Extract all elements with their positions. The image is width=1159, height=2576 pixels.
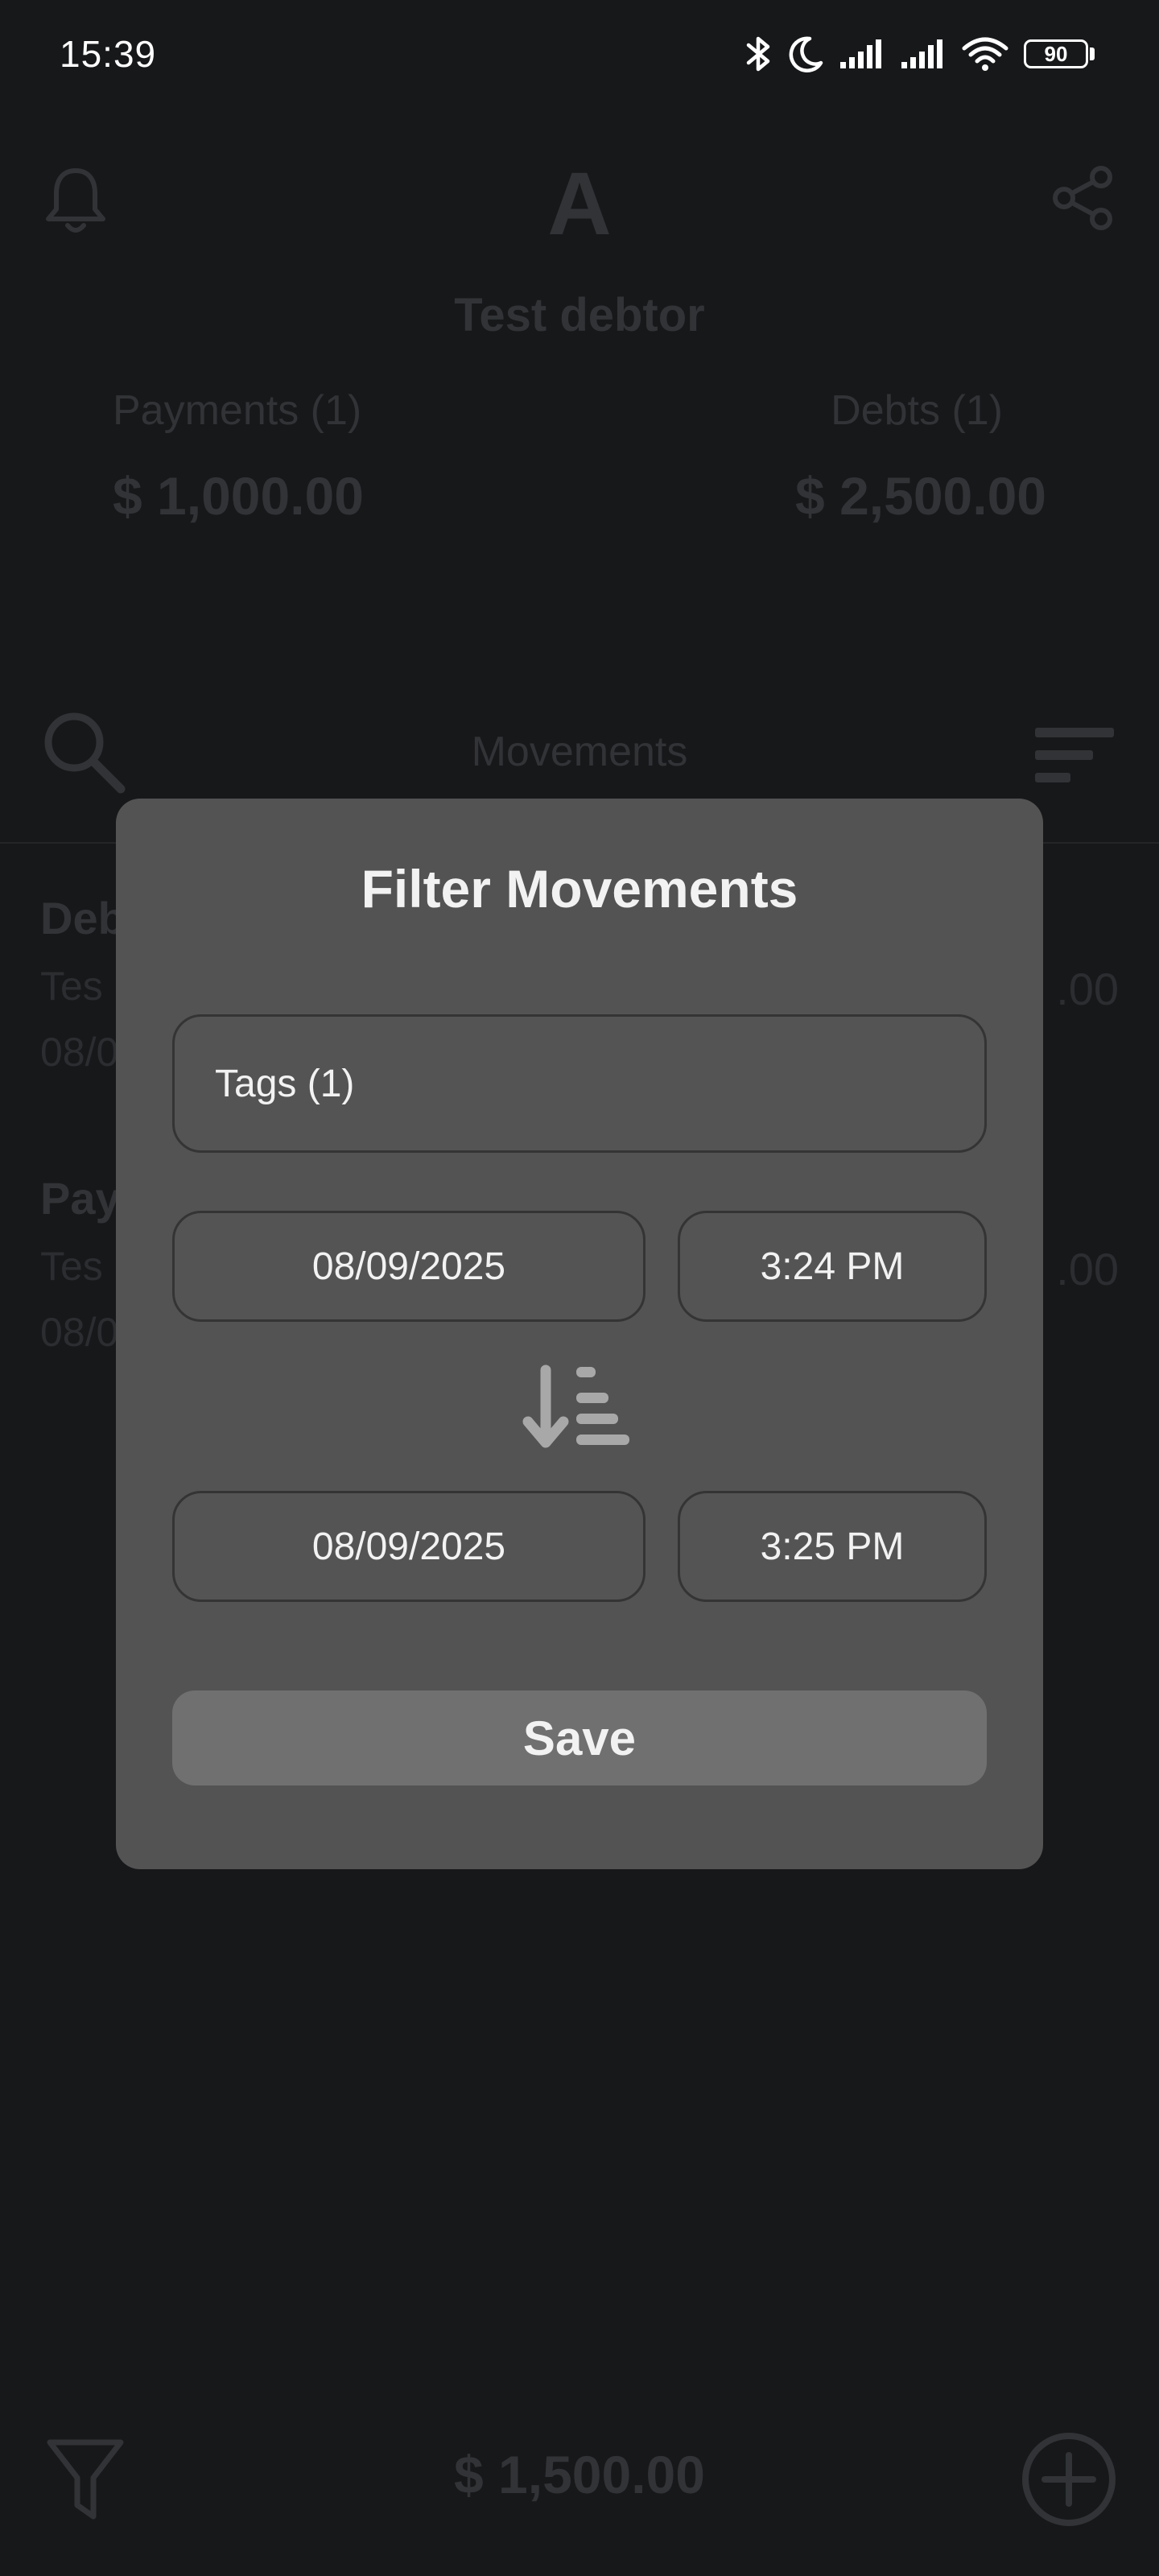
movements-title: Movements xyxy=(471,729,688,775)
status-time: 15:39 xyxy=(60,33,157,75)
debts-label: Debts (1) xyxy=(831,387,1003,434)
movement-title: Deb xyxy=(40,893,126,943)
sort-icon[interactable] xyxy=(1030,724,1119,789)
status-bar: 15:39 90 xyxy=(0,0,1159,113)
sort-descending-icon[interactable] xyxy=(522,1362,634,1454)
battery-icon: 90 xyxy=(1024,38,1095,70)
moon-icon xyxy=(789,36,823,72)
debtor-name: Test debtor xyxy=(454,289,705,341)
avatar: A xyxy=(547,155,612,254)
wifi-icon xyxy=(962,37,1008,71)
to-time-field[interactable]: 3:25 PM xyxy=(678,1491,987,1602)
movement-amount: .00 xyxy=(1056,1244,1119,1294)
from-time-field[interactable]: 3:24 PM xyxy=(678,1211,987,1322)
payments-label: Payments (1) xyxy=(113,387,362,434)
battery-level: 90 xyxy=(1044,41,1068,66)
tags-field[interactable]: Tags (1) xyxy=(172,1014,987,1153)
balance-value: $ 1,500.00 xyxy=(454,2445,705,2504)
bluetooth-icon xyxy=(746,36,770,72)
movement-title: Pay xyxy=(40,1173,121,1224)
from-date-field[interactable]: 08/09/2025 xyxy=(172,1211,645,1322)
movement-description: Tes xyxy=(40,1244,103,1289)
add-icon[interactable] xyxy=(1021,2431,1117,2528)
to-date-field[interactable]: 08/09/2025 xyxy=(172,1491,645,1602)
signal-icon xyxy=(840,39,881,68)
share-icon[interactable] xyxy=(1051,166,1116,230)
signal-icon xyxy=(901,39,942,68)
movement-description: Tes xyxy=(40,964,103,1009)
save-button[interactable]: Save xyxy=(172,1690,987,1785)
debts-value: $ 2,500.00 xyxy=(795,466,1046,526)
screen: A Test debtor Payments (1) $ 1,000.00 De… xyxy=(0,0,1159,2576)
movement-date: 08/0 xyxy=(40,1030,119,1075)
dialog-title: Filter Movements xyxy=(361,859,798,919)
movement-date: 08/0 xyxy=(40,1310,119,1355)
filter-dialog: Filter Movements Tags (1) 08/09/2025 3:2… xyxy=(116,799,1043,1869)
payments-value: $ 1,000.00 xyxy=(113,466,364,526)
status-icons: 90 xyxy=(742,34,1095,74)
movement-amount: .00 xyxy=(1056,964,1119,1014)
